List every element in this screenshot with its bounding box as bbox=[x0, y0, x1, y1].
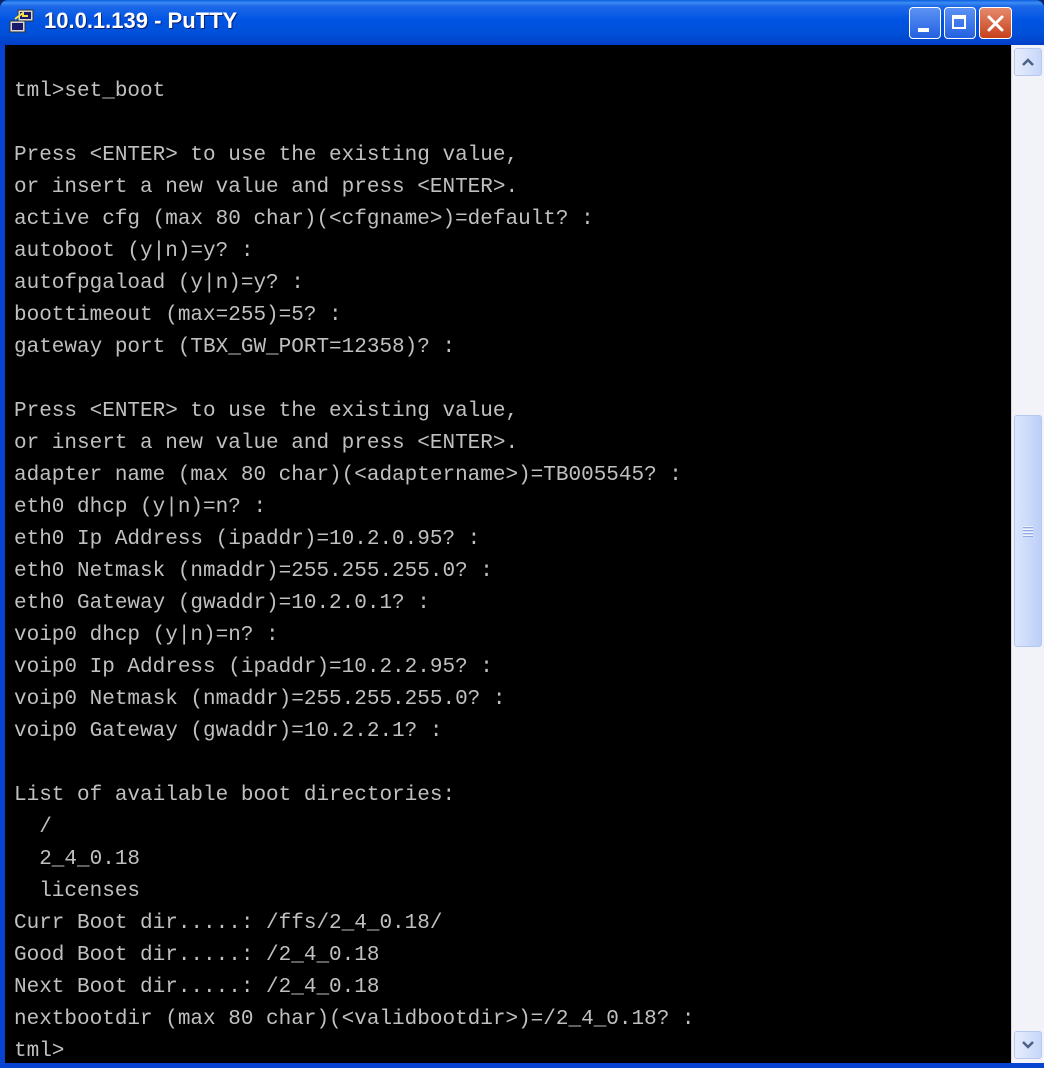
scroll-down-arrow-icon bbox=[1022, 1041, 1034, 1049]
terminal-line: tml>set_boot bbox=[14, 80, 166, 103]
maximize-button[interactable] bbox=[944, 7, 976, 39]
title-bar[interactable]: 10.0.1.139 - PuTTY bbox=[0, 0, 1044, 45]
window-frame-bottom bbox=[0, 1063, 1044, 1068]
scrollbar-grip bbox=[1023, 526, 1033, 537]
terminal-output: tml>set_boot Press <ENTER> to use the exi… bbox=[14, 76, 695, 1063]
terminal-line: eth0 dhcp (y|n)=n? : bbox=[14, 496, 267, 519]
terminal-line: voip0 dhcp (y|n)=n? : bbox=[14, 624, 279, 647]
terminal-line: eth0 Gateway (gwaddr)=10.2.0.1? : bbox=[14, 592, 430, 615]
terminal-line: or insert a new value and press <ENTER>. bbox=[14, 432, 519, 455]
terminal-line: eth0 Ip Address (ipaddr)=10.2.0.95? : bbox=[14, 528, 481, 551]
terminal-line: nextbootdir (max 80 char)(<validbootdir>… bbox=[14, 1008, 695, 1031]
terminal-line: voip0 Gateway (gwaddr)=10.2.2.1? : bbox=[14, 720, 443, 743]
terminal-line: Curr Boot dir.....: /ffs/2_4_0.18/ bbox=[14, 912, 443, 935]
vertical-scrollbar[interactable] bbox=[1011, 45, 1044, 1063]
close-button[interactable] bbox=[979, 7, 1012, 39]
terminal-line: tml> bbox=[14, 1040, 65, 1063]
terminal-line: 2_4_0.18 bbox=[14, 848, 141, 871]
scrollbar-thumb[interactable] bbox=[1014, 415, 1042, 647]
putty-icon[interactable] bbox=[9, 9, 35, 35]
terminal-line: Press <ENTER> to use the existing value, bbox=[14, 400, 519, 423]
terminal-line: List of available boot directories: bbox=[14, 784, 456, 807]
terminal-line: autoboot (y|n)=y? : bbox=[14, 240, 254, 263]
terminal-screen[interactable]: tml>set_boot Press <ENTER> to use the exi… bbox=[5, 45, 1011, 1063]
window-title: 10.0.1.139 - PuTTY bbox=[44, 8, 238, 33]
close-icon bbox=[987, 15, 1004, 32]
terminal-line: eth0 Netmask (nmaddr)=255.255.255.0? : bbox=[14, 560, 493, 583]
terminal-line: / bbox=[14, 816, 52, 839]
terminal-line: or insert a new value and press <ENTER>. bbox=[14, 176, 519, 199]
scroll-up-button[interactable] bbox=[1014, 48, 1042, 76]
scroll-up-arrow-icon bbox=[1022, 58, 1034, 66]
terminal-line: active cfg (max 80 char)(<cfgname>)=defa… bbox=[14, 208, 594, 231]
terminal-line: Next Boot dir.....: /2_4_0.18 bbox=[14, 976, 380, 999]
scroll-down-button[interactable] bbox=[1014, 1031, 1042, 1059]
terminal-line: gateway port (TBX_GW_PORT=12358)? : bbox=[14, 336, 456, 359]
terminal-line: boottimeout (max=255)=5? : bbox=[14, 304, 342, 327]
terminal-line: adapter name (max 80 char)(<adaptername>… bbox=[14, 464, 682, 487]
terminal-line: licenses bbox=[14, 880, 141, 903]
terminal-line: voip0 Netmask (nmaddr)=255.255.255.0? : bbox=[14, 688, 506, 711]
terminal-line: autofpgaload (y|n)=y? : bbox=[14, 272, 304, 295]
putty-window: 10.0.1.139 - PuTTY tml>set_boot Press <EN… bbox=[0, 0, 1044, 1068]
terminal-line: Good Boot dir.....: /2_4_0.18 bbox=[14, 944, 380, 967]
terminal-line: voip0 Ip Address (ipaddr)=10.2.2.95? : bbox=[14, 656, 493, 679]
terminal-line: Press <ENTER> to use the existing value, bbox=[14, 144, 519, 167]
minimize-button[interactable] bbox=[909, 7, 941, 39]
